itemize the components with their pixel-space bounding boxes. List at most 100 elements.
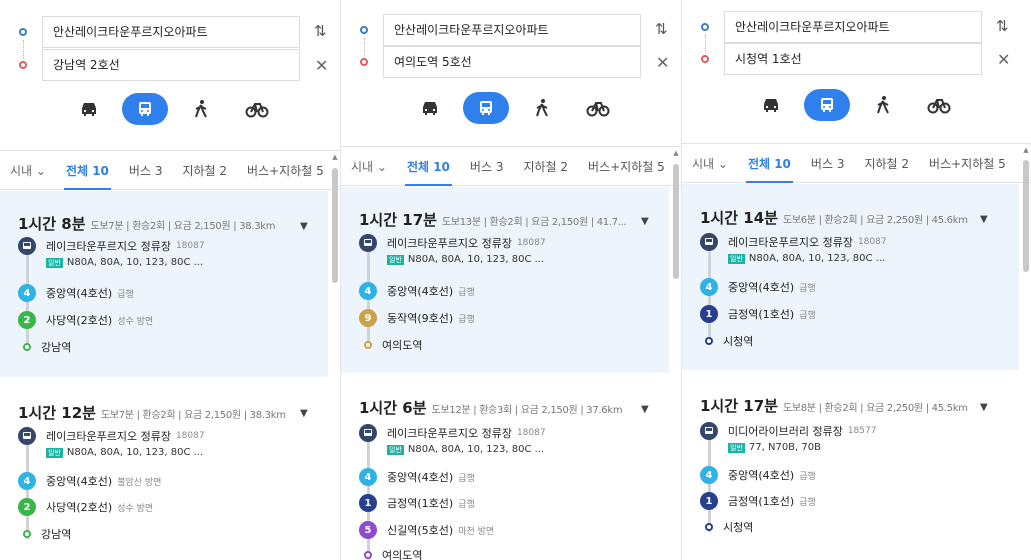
route-card[interactable]: 1시간 12분 도보7분 | 환승2회 | 요금 2,150원 | 38.3km… bbox=[0, 378, 328, 560]
bus-step: 미디어라이브러리 정류장 18577 bbox=[700, 422, 876, 440]
tab-bus-subway[interactable]: 버스+지하철 5 bbox=[578, 147, 675, 185]
destination-step: 시청역 bbox=[700, 332, 753, 350]
transit-mode-button[interactable] bbox=[463, 92, 509, 124]
line-4-badge: 4 bbox=[359, 468, 377, 486]
transport-modes bbox=[66, 93, 290, 125]
origin-input[interactable]: 안산레이크타운푸르지오아파트 bbox=[383, 14, 641, 46]
scrollbar-thumb[interactable] bbox=[673, 164, 679, 279]
origin-input[interactable]: 안산레이크타운푸르지오아파트 bbox=[42, 16, 300, 48]
transfer-step: 2 사당역(2호선) 성수 방면 bbox=[18, 498, 153, 516]
transit-mode-button[interactable] bbox=[122, 93, 168, 125]
tab-subway[interactable]: 지하철 2 bbox=[854, 144, 919, 182]
bike-mode-button[interactable] bbox=[234, 93, 280, 125]
destination-input[interactable]: 강남역 2호선 bbox=[42, 49, 300, 81]
route-header: 1시간 14분 도보6분 | 환승2회 | 요금 2,250원 | 45.6km bbox=[700, 207, 968, 228]
bus-stop-id: 18577 bbox=[847, 426, 877, 436]
transit-mode-button[interactable] bbox=[804, 89, 850, 121]
destination-step: 여의도역 bbox=[359, 546, 422, 560]
walk-mode-button[interactable] bbox=[860, 89, 906, 121]
expand-caret-icon[interactable]: ▼ bbox=[980, 402, 988, 413]
route-meta: 도보8분 | 환승2회 | 요금 2,250원 | 45.5km bbox=[782, 403, 968, 414]
tab-region[interactable]: 시내 ⌄ bbox=[341, 147, 397, 185]
bike-mode-button[interactable] bbox=[575, 92, 621, 124]
station-name: 중앙역(4호선) bbox=[46, 475, 113, 488]
origin-dot-icon bbox=[19, 28, 27, 36]
bus-stop-name: 레이크타운푸르지오 정류장 bbox=[46, 430, 171, 443]
bus-icon bbox=[480, 101, 492, 115]
swap-icon[interactable]: ⇅ bbox=[314, 22, 327, 40]
destination-input[interactable]: 시청역 1호선 bbox=[724, 43, 982, 75]
car-mode-button[interactable] bbox=[66, 93, 112, 125]
route-card[interactable]: 1시간 17분 도보8분 | 환승2회 | 요금 2,250원 | 45.5km… bbox=[682, 371, 1019, 560]
scroll-up-icon[interactable]: ▲ bbox=[331, 153, 339, 161]
tab-subway[interactable]: 지하철 2 bbox=[513, 147, 578, 185]
bus-lines: N80A, 80A, 10, 123, 80C ... bbox=[66, 257, 204, 268]
route-card[interactable]: 1시간 6분 도보12분 | 환승3회 | 요금 2,150원 | 37.6km… bbox=[341, 374, 669, 560]
station-name: 동작역(9호선) bbox=[387, 312, 454, 325]
bus-lines: N80A, 80A, 10, 123, 80C ... bbox=[407, 254, 545, 265]
walk-mode-button[interactable] bbox=[178, 93, 224, 125]
route-card[interactable]: 1시간 14분 도보6분 | 환승2회 | 요금 2,250원 | 45.6km… bbox=[682, 184, 1019, 370]
scroll-up-icon[interactable]: ▲ bbox=[1022, 146, 1030, 154]
route-card[interactable]: 1시간 8분 도보7분 | 환승2회 | 요금 2,150원 | 38.3km … bbox=[0, 191, 328, 377]
walk-mode-button[interactable] bbox=[519, 92, 565, 124]
close-icon[interactable]: ✕ bbox=[315, 56, 328, 75]
tab-bus[interactable]: 버스 3 bbox=[460, 147, 514, 185]
station-name: 여의도역 bbox=[382, 549, 423, 560]
station-note: 불암산 방면 bbox=[117, 477, 162, 488]
transfer-step: 1 금정역(1호선) 급행 bbox=[700, 492, 816, 510]
transfer-step: 4 중앙역(4호선) 급행 bbox=[18, 284, 134, 302]
route-header: 1시간 8분 도보7분 | 환승2회 | 요금 2,150원 | 38.3km bbox=[18, 213, 276, 234]
line-1-badge: 1 bbox=[700, 492, 718, 510]
expand-caret-icon[interactable]: ▼ bbox=[980, 214, 988, 225]
station-note: 급행 bbox=[117, 289, 134, 300]
expand-caret-icon[interactable]: ▼ bbox=[641, 404, 649, 415]
close-icon[interactable]: ✕ bbox=[997, 50, 1010, 69]
route-meta: 도보12분 | 환승3회 | 요금 2,150원 | 37.6km bbox=[431, 405, 623, 416]
scrollbar-thumb[interactable] bbox=[1023, 160, 1029, 272]
tab-bus-subway[interactable]: 버스+지하철 5 bbox=[919, 144, 1016, 182]
tab-bus-subway[interactable]: 버스+지하철 5 bbox=[237, 151, 334, 189]
transfer-step: 4 중앙역(4호선) 불암산 방면 bbox=[18, 472, 161, 490]
scrollbar-thumb[interactable] bbox=[332, 168, 338, 283]
destination-step: 시청역 bbox=[700, 518, 753, 536]
bus-lines-row: 일반 N80A, 80A, 10, 123, 80C ... bbox=[728, 253, 885, 264]
bus-type-tag: 일반 bbox=[387, 254, 404, 265]
bus-type-tag: 일반 bbox=[46, 447, 63, 458]
tab-region[interactable]: 시내 ⌄ bbox=[682, 144, 738, 182]
tab-bus[interactable]: 버스 3 bbox=[801, 144, 855, 182]
route-card[interactable]: 1시간 17분 도보13분 | 환승2회 | 요금 2,150원 | 41.7.… bbox=[341, 187, 669, 373]
bus-stop-name: 레이크타운푸르지오 정류장 bbox=[387, 427, 512, 440]
bus-stop-icon bbox=[700, 422, 718, 440]
tab-all[interactable]: 전체 10 bbox=[56, 151, 119, 190]
car-mode-button[interactable] bbox=[748, 89, 794, 121]
tab-subway[interactable]: 지하철 2 bbox=[172, 151, 237, 189]
bus-lines: 77, N70B, 70B bbox=[748, 442, 821, 453]
destination-input[interactable]: 여의도역 5호선 bbox=[383, 46, 641, 78]
expand-caret-icon[interactable]: ▼ bbox=[300, 408, 308, 419]
tab-bus[interactable]: 버스 3 bbox=[119, 151, 173, 189]
scroll-up-icon[interactable]: ▲ bbox=[672, 149, 680, 157]
bus-lines-row: 일반 N80A, 80A, 10, 123, 80C ... bbox=[46, 257, 203, 268]
expand-caret-icon[interactable]: ▼ bbox=[641, 216, 649, 227]
bike-icon bbox=[586, 102, 610, 117]
bike-mode-button[interactable] bbox=[916, 89, 962, 121]
tab-all[interactable]: 전체 10 bbox=[738, 144, 801, 183]
end-dot-icon bbox=[705, 337, 713, 345]
tab-all[interactable]: 전체 10 bbox=[397, 147, 460, 186]
swap-icon[interactable]: ⇅ bbox=[655, 20, 668, 38]
swap-icon[interactable]: ⇅ bbox=[996, 17, 1009, 35]
route-tabs: 시내 ⌄ 전체 10 버스 3 지하철 2 버스+지하철 5 bbox=[0, 150, 340, 190]
connector-line bbox=[705, 35, 706, 53]
car-mode-button[interactable] bbox=[407, 92, 453, 124]
close-icon[interactable]: ✕ bbox=[656, 53, 669, 72]
station-name: 금정역(1호선) bbox=[387, 497, 454, 510]
expand-caret-icon[interactable]: ▼ bbox=[300, 221, 308, 232]
connector-line bbox=[364, 38, 365, 56]
route-header: 1시간 12분 도보7분 | 환승2회 | 요금 2,150원 | 38.3km bbox=[18, 402, 286, 423]
route-panel-3: 안산레이크타운푸르지오아파트 시청역 1호선 ⇅ ✕ 시내 ⌄ 전체 10 버스… bbox=[682, 0, 1031, 560]
tab-region[interactable]: 시내 ⌄ bbox=[0, 151, 56, 189]
route-meta: 도보6분 | 환승2회 | 요금 2,250원 | 45.6km bbox=[782, 215, 968, 226]
walk-icon bbox=[877, 96, 889, 114]
origin-input[interactable]: 안산레이크타운푸르지오아파트 bbox=[724, 11, 982, 43]
